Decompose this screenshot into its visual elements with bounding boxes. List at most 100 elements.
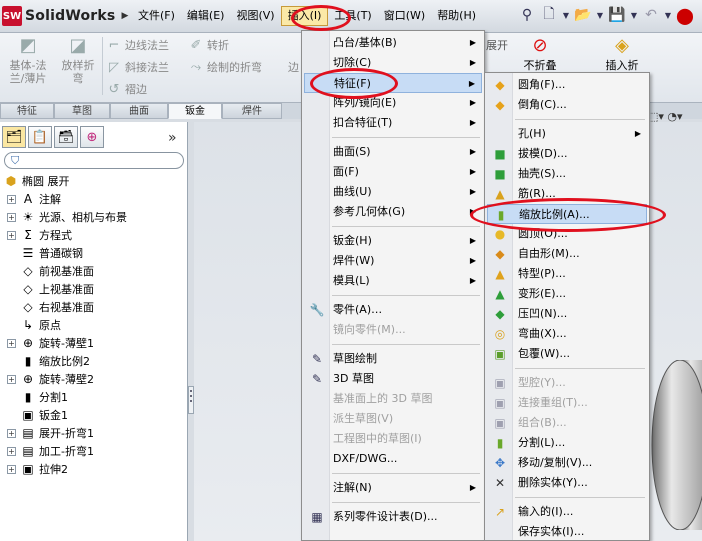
menu-item[interactable]: 特征(F) ▶ xyxy=(304,73,482,93)
menu-item[interactable]: ▦ 系列零件设计表(D)... xyxy=(304,507,482,527)
no-bends-button[interactable]: ⊘ 不折叠 xyxy=(518,37,562,73)
tree-item[interactable]: + ⊕ 旋转-薄壁2 xyxy=(7,370,94,388)
menu-window[interactable]: 窗口(W) xyxy=(378,6,431,26)
dropdown-icon[interactable]: ▼ xyxy=(562,5,570,25)
sketched-bend-button[interactable]: ⤳ 绘制的折弯 xyxy=(188,59,262,75)
menu-item[interactable]: 注解(N) ▶ xyxy=(304,478,482,498)
menu-item[interactable]: 焊件(W) ▶ xyxy=(304,251,482,271)
save-icon[interactable]: 💾 xyxy=(608,5,626,25)
menu-item[interactable]: ✎ 3D 草图 xyxy=(304,369,482,389)
menu-item[interactable]: ▮ 分割(L)... xyxy=(487,433,647,453)
menu-item[interactable]: 阵列/镜向(E) ▶ xyxy=(304,93,482,113)
tab-sheet-metal[interactable]: 钣金 xyxy=(168,103,222,119)
base-flange-button[interactable]: ◩ 基体-法 兰/薄片 xyxy=(6,37,50,86)
tab-features[interactable]: 特征 xyxy=(0,103,54,119)
property-manager-tab-icon[interactable]: 📋 xyxy=(28,126,52,148)
view-toolbar[interactable]: ⬚▾ ◔▾ xyxy=(648,110,683,123)
configuration-manager-tab-icon[interactable]: 🗃 xyxy=(54,126,78,148)
menu-item[interactable]: 面(F) ▶ xyxy=(304,162,482,182)
menu-item[interactable]: 保存实体(I)... xyxy=(487,522,647,541)
expand-icon[interactable]: + xyxy=(7,446,16,456)
jog-button[interactable]: ✐ 转折 xyxy=(188,37,229,53)
expand-icon[interactable]: + xyxy=(7,338,16,348)
menu-item[interactable]: DXF/DWG... xyxy=(304,449,482,469)
tree-item[interactable]: + ☀ 光源、相机与布景 xyxy=(7,208,127,226)
menu-item[interactable]: ▣ 包覆(W)... xyxy=(487,344,647,364)
menu-item[interactable]: ✕ 删除实体(Y)... xyxy=(487,473,647,493)
feature-filter-input[interactable]: ⛉ xyxy=(4,152,184,169)
tree-item[interactable]: ☰ 普通碳钢 xyxy=(7,244,83,262)
menu-help[interactable]: 帮助(H) xyxy=(431,6,482,26)
tree-item[interactable]: ▮ 分割1 xyxy=(7,388,68,406)
tree-item[interactable]: + ▤ 加工-折弯1 xyxy=(7,442,94,460)
tree-item[interactable]: ◇ 右视基准面 xyxy=(7,298,94,316)
traffic-light-icon[interactable]: ⬤ xyxy=(676,5,694,25)
view-orientation-icon[interactable]: ⬚▾ xyxy=(648,110,664,123)
dimxpert-tab-icon[interactable]: ⊕ xyxy=(80,126,104,148)
expand-icon[interactable]: + xyxy=(7,212,16,222)
menu-item[interactable]: 🔧 零件(A)… xyxy=(304,300,482,320)
lofted-bend-button[interactable]: ◪ 放样折 弯 xyxy=(56,37,100,86)
menu-item[interactable]: ✥ 移动/复制(V)... xyxy=(487,453,647,473)
tab-sketch[interactable]: 草图 xyxy=(54,103,110,119)
tree-item[interactable]: + ▤ 展开-折弯1 xyxy=(7,424,94,442)
menu-item[interactable]: ▲ 特型(P)... xyxy=(487,264,647,284)
menu-item[interactable]: 凸台/基体(B) ▶ xyxy=(304,33,482,53)
menu-item[interactable]: ✎ 草图绘制 xyxy=(304,349,482,369)
edge-flange-button[interactable]: ⌐ 边线法兰 xyxy=(106,37,169,53)
tree-item[interactable]: + A 注解 xyxy=(7,190,61,208)
dropdown-icon[interactable]: ▼ xyxy=(596,5,604,25)
menu-item[interactable]: ▲ 筋(R)... xyxy=(487,184,647,204)
unfold-button[interactable]: 展开 xyxy=(486,37,508,53)
tree-item[interactable]: + Σ 方程式 xyxy=(7,226,72,244)
menu-item[interactable]: ◎ 弯曲(X)... xyxy=(487,324,647,344)
menu-item[interactable]: ■ 拔模(D)... xyxy=(487,144,647,164)
expand-icon[interactable]: + xyxy=(7,428,16,438)
tree-item[interactable]: + ▣ 拉伸2 xyxy=(7,460,68,478)
menu-file[interactable]: 文件(F) xyxy=(132,6,181,26)
tree-item[interactable]: ▮ 缩放比例2 xyxy=(7,352,90,370)
menu-item[interactable]: ▮ 缩放比例(A)... xyxy=(487,204,647,224)
tab-weldments[interactable]: 焊件 xyxy=(222,103,282,119)
feature-tree-tab-icon[interactable]: 🗂 xyxy=(2,126,26,148)
menu-item[interactable]: ↗ 输入的(I)... xyxy=(487,502,647,522)
menu-item[interactable]: ◆ 压凹(N)... xyxy=(487,304,647,324)
menu-edit[interactable]: 编辑(E) xyxy=(181,6,231,26)
undo-icon[interactable]: ↶ xyxy=(642,5,660,25)
menu-item[interactable]: 参考几何体(G) ▶ xyxy=(304,202,482,222)
miter-flange-button[interactable]: ◸ 斜接法兰 xyxy=(106,59,169,75)
tree-root-part[interactable]: ⬢ 椭圆 展开 xyxy=(3,172,70,190)
menu-item[interactable]: ■ 抽壳(S)... xyxy=(487,164,647,184)
tree-item[interactable]: ↳ 原点 xyxy=(7,316,61,334)
menu-item[interactable]: 孔(H) ▶ xyxy=(487,124,647,144)
dropdown-icon[interactable]: ▼ xyxy=(630,5,638,25)
dropdown-icon[interactable]: ▼ xyxy=(664,5,672,25)
insert-bends-button[interactable]: ◈ 插入折 xyxy=(600,37,644,73)
tree-item[interactable]: ▣ 钣金1 xyxy=(7,406,68,424)
menu-item[interactable]: 模具(L) ▶ xyxy=(304,271,482,291)
menu-insert[interactable]: 插入(I) xyxy=(280,6,329,26)
expand-icon[interactable]: + xyxy=(7,374,16,384)
tab-surfaces[interactable]: 曲面 xyxy=(110,103,168,119)
menu-item[interactable]: ◆ 倒角(C)... xyxy=(487,95,647,115)
hem-button[interactable]: ↺ 褶边 xyxy=(106,81,147,97)
more-tabs-icon[interactable]: » xyxy=(168,130,177,146)
menu-item[interactable]: 切除(C) ▶ xyxy=(304,53,482,73)
app-logo[interactable]: SW SolidWorks ▶ xyxy=(2,4,128,28)
expand-icon[interactable]: + xyxy=(7,464,16,474)
menu-item[interactable]: ▲ 变形(E)... xyxy=(487,284,647,304)
menu-item[interactable]: ◆ 圆角(F)... xyxy=(487,75,647,95)
display-style-icon[interactable]: ◔▾ xyxy=(667,110,682,123)
expand-icon[interactable]: + xyxy=(7,194,16,204)
tree-item[interactable]: + ⊕ 旋转-薄壁1 xyxy=(7,334,94,352)
logo-arrow-icon[interactable]: ▶ xyxy=(121,11,128,21)
menu-item[interactable]: 曲面(S) ▶ xyxy=(304,142,482,162)
menu-view[interactable]: 视图(V) xyxy=(230,6,280,26)
menu-item[interactable]: ● 圆顶(O)... xyxy=(487,224,647,244)
expand-icon[interactable]: + xyxy=(7,230,16,240)
menu-item[interactable]: ◆ 自由形(M)... xyxy=(487,244,647,264)
menu-tools[interactable]: 工具(T) xyxy=(328,6,377,26)
tree-item[interactable]: ◇ 前视基准面 xyxy=(7,262,94,280)
open-folder-icon[interactable]: 📂 xyxy=(574,5,592,25)
new-file-icon[interactable]: 🗋 xyxy=(540,5,558,25)
